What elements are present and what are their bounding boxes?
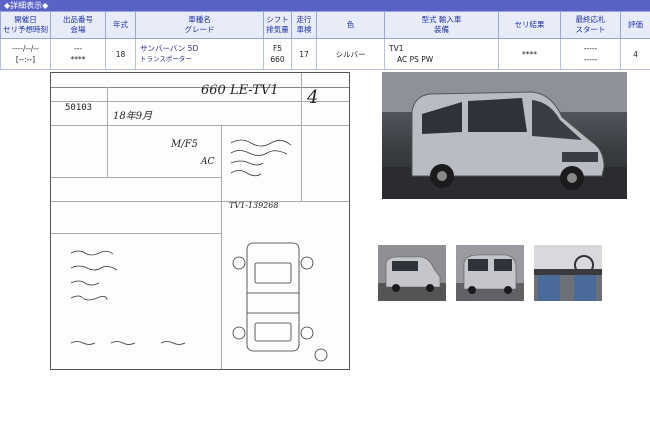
header-year: 年式 (105, 11, 136, 39)
cell-shift: F5 660 (263, 38, 292, 70)
table-row[interactable]: ----/--/-- [--:--] --- **** 18 サンバーバン 5D トラ… (0, 38, 650, 70)
header-bid: 最終応札 スタート (560, 11, 621, 39)
vehicle-info-table: 開催日 セリ予想時刻 出品番号 会場 年式 車種名 グレード シフト 排気量 走… (0, 11, 650, 70)
header-model: 型式 輸入車 装備 (384, 11, 499, 39)
cell-year: 18 (105, 38, 136, 70)
interior-thumb-icon (534, 245, 602, 301)
cell-eval: 4 (620, 38, 650, 70)
table-header-row: 開催日 セリ予想時刻 出品番号 会場 年式 車種名 グレード シフト 排気量 走… (0, 11, 650, 39)
thumbnail-rear[interactable] (456, 245, 524, 301)
cell-lot: --- **** (50, 38, 106, 70)
auction-sheet-image[interactable]: 50103 660 LE-TV1 18年9月 4 M/F5 AC TV1-139… (50, 72, 350, 370)
header-shift: シフト 排気量 (263, 11, 292, 39)
cell-color: シルバー (316, 38, 385, 70)
thumbnail-interior[interactable] (534, 245, 602, 301)
cell-date: ----/--/-- [--:--] (0, 38, 51, 70)
header-eval: 評価 (620, 11, 650, 39)
page-title: ◆詳細表示◆ (0, 0, 650, 11)
header-auction: セリ結果 (498, 11, 561, 39)
main-vehicle-photo[interactable] (382, 72, 627, 199)
thumbnail-front[interactable] (378, 245, 446, 301)
cell-name: サンバーバン 5D トランスポーター (135, 38, 264, 70)
header-color: 色 (316, 11, 385, 39)
van-image (382, 72, 627, 199)
header-name: 車種名 グレード (135, 11, 264, 39)
sheet-handwriting (70, 139, 328, 362)
cell-auction: **** (498, 38, 561, 70)
van-thumb-icon (378, 256, 446, 301)
header-date: 開催日 セリ予想時刻 (0, 11, 51, 39)
cell-bid: ----- ----- (560, 38, 621, 70)
van-rear-thumb-icon (456, 254, 524, 301)
header-lot: 出品番号 会場 (50, 11, 106, 39)
header-mileage: 走行 車検 (291, 11, 317, 39)
cell-model: TV1 AC PS PW (384, 38, 499, 70)
cell-mileage: 17 (291, 38, 317, 70)
